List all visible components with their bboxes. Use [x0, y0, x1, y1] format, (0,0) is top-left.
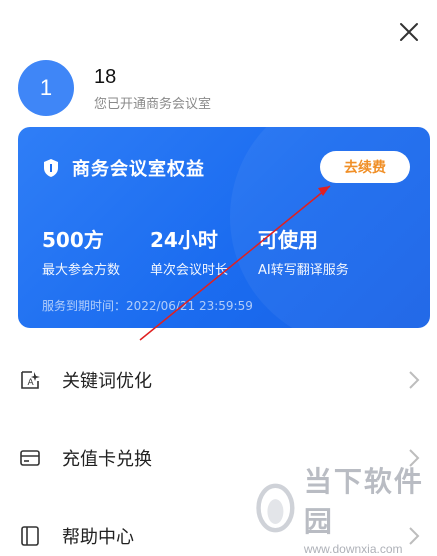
watermark-logo-icon	[256, 483, 295, 533]
card-title: 商务会议室权益	[72, 159, 205, 180]
card-header: 商务会议室权益	[42, 155, 205, 181]
business-room-card: 商务会议室权益 去续费 500方 最大参会方数 24小时 单次会议时长 可使用 …	[18, 127, 430, 328]
renew-button-label: 去续费	[344, 160, 386, 176]
watermark-title: 当下软件园	[303, 465, 424, 538]
close-icon	[400, 23, 418, 41]
benefit-label: AI转写翻译服务	[258, 263, 349, 278]
menu-label: 帮助中心	[62, 527, 134, 548]
menu-item-keyword-optimization[interactable]: A 关键词优化	[18, 362, 430, 398]
menu-label: 充值卡兑换	[62, 449, 152, 470]
benefit-value: 500方	[42, 228, 104, 252]
profile-section: 1 18 您已开通商务会议室	[18, 60, 211, 116]
benefit-value: 可使用	[258, 228, 319, 252]
benefit-label: 最大参会方数	[42, 263, 121, 278]
benefits-list: 500方 最大参会方数 24小时 单次会议时长 可使用 AI转写翻译服务	[42, 227, 379, 278]
close-button[interactable]	[395, 18, 423, 46]
ai-text-icon: A	[18, 368, 42, 392]
watermark-url: www.downxia.com	[303, 542, 403, 556]
avatar[interactable]: 1	[18, 60, 74, 116]
renew-button[interactable]: 去续费	[320, 151, 410, 183]
benefit-item: 可使用 AI转写翻译服务	[258, 227, 349, 278]
watermark: 当下软件园 www.downxia.com	[255, 460, 437, 556]
watermark-text: 当下软件园 www.downxia.com	[304, 460, 437, 556]
expiry-date: 服务到期时间：2022/06/21 23:59:59	[42, 299, 253, 313]
benefit-item: 24小时 单次会议时长	[150, 227, 228, 278]
chevron-right-icon	[409, 371, 420, 389]
menu-label: 关键词优化	[62, 371, 152, 392]
profile-info: 18 您已开通商务会议室	[94, 65, 211, 112]
svg-text:A: A	[28, 378, 35, 388]
benefit-value: 24小时	[150, 228, 218, 252]
card-icon	[18, 446, 42, 470]
username: 18	[94, 65, 117, 88]
avatar-text: 1	[39, 75, 53, 100]
membership-status: 您已开通商务会议室	[94, 96, 212, 112]
benefit-item: 500方 最大参会方数	[42, 227, 120, 278]
book-icon	[18, 524, 42, 548]
benefit-label: 单次会议时长	[150, 263, 229, 278]
shield-icon	[44, 159, 58, 177]
